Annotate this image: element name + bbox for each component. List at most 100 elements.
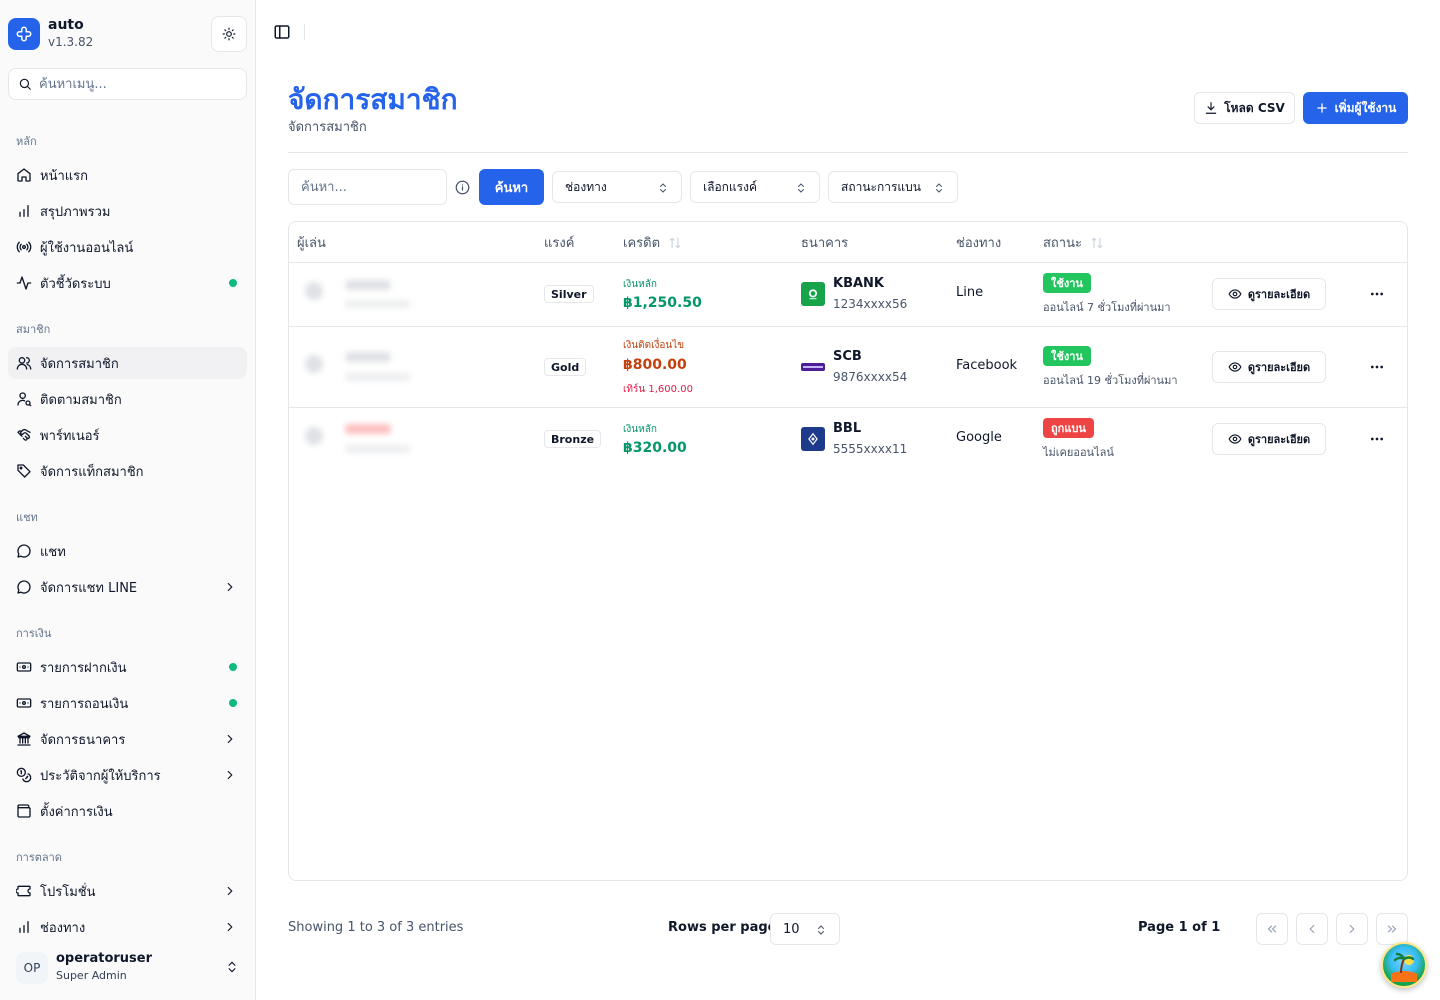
status-note: ไม่เคยออนไลน์ — [1043, 446, 1114, 459]
page-subtitle: จัดการสมาชิก — [288, 120, 367, 135]
column-header-credit[interactable]: เครดิต — [623, 232, 682, 253]
search-button[interactable]: ค้นหา — [479, 169, 544, 205]
row-actions-button[interactable] — [1365, 282, 1389, 306]
sidebar-item-bank-management[interactable]: จัดการธนาคาร — [8, 723, 247, 755]
sidebar-item-label: ผู้ใช้งานออนไลน์ — [40, 240, 134, 256]
redacted-detail — [345, 373, 411, 381]
menu-search[interactable] — [8, 68, 247, 100]
theme-toggle-button[interactable] — [211, 16, 247, 52]
sort-icon — [669, 237, 681, 248]
sidebar-item-label: แชท — [40, 544, 66, 560]
last-page-button[interactable] — [1376, 913, 1408, 945]
sidebar-item-track-members[interactable]: ติดตามสมาชิก — [8, 383, 247, 415]
header-divider — [288, 152, 1408, 153]
floating-assistant-button[interactable] — [1381, 942, 1427, 988]
bank-account: 9876xxxx54 — [833, 370, 908, 384]
info-icon[interactable] — [455, 180, 470, 195]
bank-name: SCB — [833, 349, 862, 364]
sidebar-item-label: ตั้งค่าการเงิน — [40, 804, 113, 820]
rows-per-page-select[interactable]: 10 — [770, 913, 840, 945]
previous-page-button[interactable] — [1296, 913, 1328, 945]
view-details-label: ดูรายละเอียด — [1247, 361, 1311, 374]
next-page-button[interactable] — [1336, 913, 1368, 945]
sidebar-item-chat[interactable]: แชท — [8, 535, 247, 567]
status-note: ออนไลน์ 19 ชั่วโมงที่ผ่านมา — [1043, 374, 1178, 387]
rank-badge: Silver — [544, 285, 594, 303]
menu-search-input[interactable] — [39, 69, 239, 99]
status-dot — [229, 663, 237, 671]
group-label-main: หลัก — [16, 135, 37, 148]
chevron-right-icon — [227, 582, 233, 592]
status-note: ออนไลน์ 7 ชั่วโมงที่ผ่านมา — [1043, 301, 1171, 314]
sort-icon — [1091, 237, 1103, 248]
turnover-requirement: เทิร์น 1,600.00 — [623, 384, 693, 395]
group-label-members: สมาชิก — [16, 323, 51, 336]
sidebar-item-label: หน้าแรก — [40, 168, 88, 184]
chevron-right-icon — [227, 770, 233, 780]
eye-icon — [1228, 434, 1242, 444]
status-badge: ใช้งาน — [1043, 346, 1091, 366]
sidebar-item-label: รายการฝากเงิน — [40, 660, 127, 676]
row-actions-button[interactable] — [1365, 427, 1389, 451]
sidebar-item-finance-settings[interactable]: ตั้งค่าการเงิน — [8, 795, 247, 827]
column-header-credit-label: เครดิต — [623, 236, 661, 251]
brand-logo-icon — [8, 18, 40, 50]
redacted-detail — [345, 300, 411, 308]
chevrons-up-down-icon — [798, 183, 804, 193]
sidebar-item-promotions[interactable]: โปรโมชั่น — [8, 875, 247, 907]
sun-icon — [222, 27, 236, 41]
column-header-status[interactable]: สถานะ — [1043, 232, 1104, 253]
credit-label: เงินติดเงื่อนไข — [623, 340, 685, 351]
sidebar-item-online-users[interactable]: ผู้ใช้งานออนไลน์ — [8, 231, 247, 263]
column-header-channel: ช่องทาง — [956, 236, 1002, 251]
user-menu[interactable]: OP operatoruser Super Admin — [8, 946, 247, 990]
chevron-right-icon — [227, 922, 233, 932]
withdraw-icon — [16, 695, 32, 711]
home-icon — [16, 167, 32, 183]
sidebar-item-manage-members[interactable]: จัดการสมาชิก — [8, 347, 247, 379]
member-search-input[interactable] — [288, 169, 447, 205]
view-details-button[interactable]: ดูรายละเอียด — [1212, 351, 1326, 383]
sidebar-item-label: จัดการธนาคาร — [40, 732, 126, 748]
bank-account: 1234xxxx56 — [833, 297, 908, 311]
add-user-button[interactable]: เพิ่มผู้ใช้งาน — [1303, 92, 1408, 124]
more-horizontal-icon — [1371, 292, 1383, 296]
download-icon — [1205, 102, 1217, 114]
message-circle-icon — [16, 543, 32, 559]
sidebar-item-overview[interactable]: สรุปภาพรวม — [8, 195, 247, 227]
column-header-status-label: สถานะ — [1043, 236, 1082, 251]
user-role: Super Admin — [56, 969, 127, 982]
rank-select[interactable]: เลือกแรงค์ — [690, 171, 820, 203]
view-details-button[interactable]: ดูรายละเอียด — [1212, 423, 1326, 455]
download-csv-button[interactable]: โหลด CSV — [1194, 92, 1295, 124]
kbank-logo-icon — [801, 282, 825, 306]
header-divider — [289, 262, 1407, 263]
sidebar-item-label: รายการถอนเงิน — [40, 696, 129, 712]
sidebar-item-provider-history[interactable]: ประวัติจากผู้ให้บริการ — [8, 759, 247, 791]
wallet-icon — [16, 803, 32, 819]
sidebar-item-withdrawals[interactable]: รายการถอนเงิน — [8, 687, 247, 719]
sidebar-item-channels[interactable]: ช่องทาง — [8, 911, 247, 943]
sidebar-item-partners[interactable]: พาร์ทเนอร์ — [8, 419, 247, 451]
sidebar-item-system-metrics[interactable]: ตัวชี้วัดระบบ — [8, 267, 247, 299]
users-icon — [16, 355, 32, 371]
ban-status-select[interactable]: สถานะการแบน — [828, 171, 958, 203]
view-details-button[interactable]: ดูรายละเอียด — [1212, 278, 1326, 310]
sidebar: auto v1.3.82 หลัก หน้าแรก สรุปภาพรวม ผู้… — [0, 0, 256, 1000]
status-dot — [229, 699, 237, 707]
first-page-button[interactable] — [1256, 913, 1288, 945]
sidebar-item-home[interactable]: หน้าแรก — [8, 159, 247, 191]
row-actions-button[interactable] — [1365, 355, 1389, 379]
more-horizontal-icon — [1371, 437, 1383, 441]
channel-select[interactable]: ช่องทาง — [552, 171, 682, 203]
sidebar-item-label: จัดการแท็กสมาชิก — [40, 464, 144, 480]
eye-icon — [1228, 289, 1242, 299]
sidebar-item-line-chat[interactable]: จัดการแชท LINE — [8, 571, 247, 603]
sidebar-item-member-tags[interactable]: จัดการแท็กสมาชิก — [8, 455, 247, 487]
sidebar-item-deposits[interactable]: รายการฝากเงิน — [8, 651, 247, 683]
tag-icon — [16, 463, 32, 479]
sidebar-item-label: จัดการสมาชิก — [40, 356, 119, 372]
channel-select-value: ช่องทาง — [565, 179, 607, 194]
column-header-rank: แรงค์ — [544, 236, 575, 251]
sidebar-toggle-button[interactable] — [272, 22, 292, 42]
